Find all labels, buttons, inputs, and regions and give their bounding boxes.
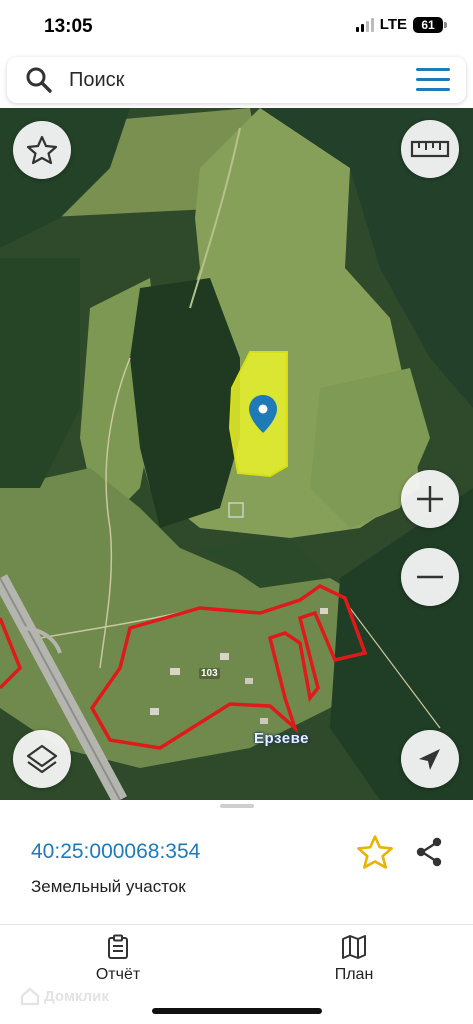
watermark: Домклик bbox=[20, 986, 109, 1006]
road-number-label: 103 bbox=[199, 668, 220, 679]
star-icon bbox=[26, 135, 58, 165]
battery-icon: 61 bbox=[413, 16, 447, 33]
share-button[interactable] bbox=[412, 835, 446, 869]
map-view[interactable]: 103 Ерзеве bbox=[0, 108, 473, 800]
signal-icon bbox=[355, 17, 374, 32]
my-location-button[interactable] bbox=[401, 730, 459, 788]
home-indicator[interactable] bbox=[152, 1008, 322, 1014]
parcel-type: Земельный участок bbox=[31, 877, 186, 896]
status-time: 13:05 bbox=[44, 16, 93, 37]
plus-icon bbox=[417, 486, 443, 512]
map-icon bbox=[342, 935, 366, 959]
tab-report[interactable]: Отчёт bbox=[58, 932, 178, 992]
village-label: Ерзеве bbox=[254, 730, 309, 747]
favorites-button[interactable] bbox=[13, 121, 71, 179]
add-favorite-button[interactable] bbox=[356, 833, 394, 871]
tab-plan[interactable]: План bbox=[294, 932, 414, 992]
search-icon bbox=[26, 67, 52, 93]
search-input[interactable]: Поиск bbox=[69, 69, 124, 92]
clipboard-icon bbox=[108, 934, 128, 959]
tab-plan-label: План bbox=[334, 966, 374, 983]
network-label: LTE bbox=[379, 16, 407, 33]
layers-button[interactable] bbox=[13, 730, 71, 788]
ruler-icon bbox=[410, 140, 450, 158]
zoom-in-button[interactable] bbox=[401, 470, 459, 528]
ruler-button[interactable] bbox=[401, 120, 459, 178]
sheet-drag-handle[interactable] bbox=[220, 804, 254, 808]
satellite-map bbox=[0, 108, 473, 800]
share-icon bbox=[416, 837, 442, 867]
menu-icon[interactable] bbox=[416, 68, 450, 92]
star-icon bbox=[357, 835, 393, 869]
navigation-arrow-icon bbox=[419, 749, 440, 770]
layers-icon bbox=[26, 744, 58, 774]
domclick-logo-icon bbox=[20, 987, 40, 1006]
watermark-text: Домклик bbox=[44, 987, 109, 1005]
minus-icon bbox=[417, 575, 443, 579]
zoom-out-button[interactable] bbox=[401, 548, 459, 606]
status-indicators: LTE 61 bbox=[355, 16, 447, 33]
divider bbox=[0, 924, 473, 925]
status-bar: 13:05 LTE 61 bbox=[0, 0, 473, 52]
tab-report-label: Отчёт bbox=[95, 966, 141, 983]
search-bar[interactable]: Поиск bbox=[7, 57, 466, 103]
cadastral-number[interactable]: 40:25:000068:354 bbox=[31, 840, 200, 864]
